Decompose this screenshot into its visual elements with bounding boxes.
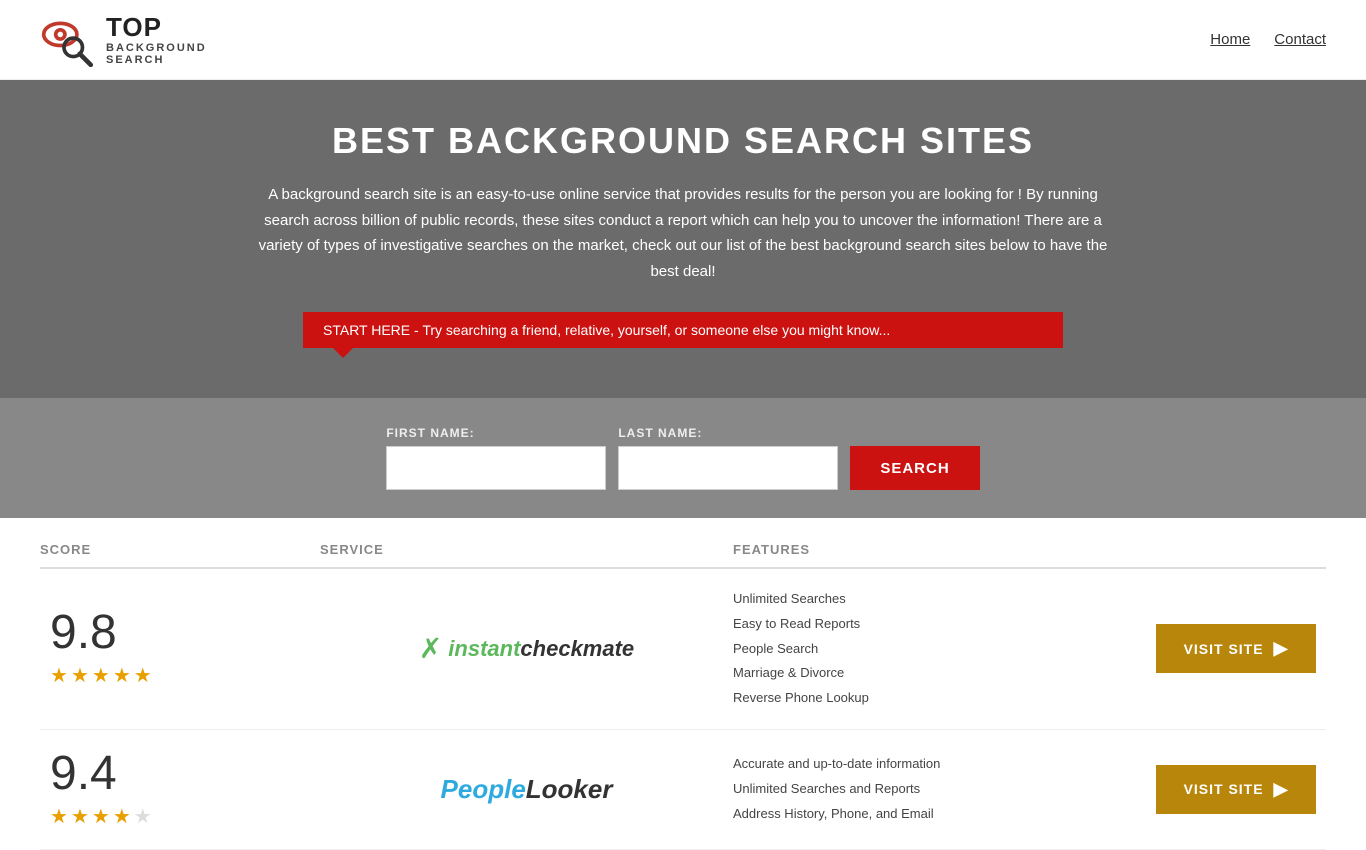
search-section: FIRST NAME: LAST NAME: SEARCH: [0, 398, 1366, 518]
visit-cell-1: VISIT SITE ▶: [1146, 624, 1326, 673]
first-name-label: FIRST NAME:: [386, 426, 606, 440]
last-name-input[interactable]: [618, 446, 838, 490]
nav-contact[interactable]: Contact: [1274, 31, 1326, 48]
feature-2-2: Address History, Phone, and Email: [733, 804, 1146, 825]
table-row: 9.8 ★ ★ ★ ★ ★ ✗ instantcheckmate Unlimit…: [40, 569, 1326, 730]
checkmate-logo: ✗ instantcheckmate: [419, 632, 634, 665]
logo-icon: [40, 12, 100, 67]
first-name-input[interactable]: [386, 446, 606, 490]
feature-2-0: Accurate and up-to-date information: [733, 754, 1146, 775]
arrow-icon-2: ▶: [1274, 779, 1289, 800]
score-cell-2: 9.4 ★ ★ ★ ★ ★: [40, 750, 320, 829]
callout-banner: START HERE - Try searching a friend, rel…: [303, 312, 1063, 348]
col-service: SERVICE: [320, 542, 733, 557]
logo: TOP BACKGROUNDSEARCH: [40, 12, 207, 67]
col-score: SCORE: [40, 542, 320, 557]
hero-description: A background search site is an easy-to-u…: [253, 182, 1113, 284]
arrow-icon-1: ▶: [1274, 638, 1289, 659]
visit-cell-2: VISIT SITE ▶: [1146, 765, 1326, 814]
col-action: [1146, 542, 1326, 557]
first-name-group: FIRST NAME:: [386, 426, 606, 490]
visit-button-1[interactable]: VISIT SITE ▶: [1156, 624, 1316, 673]
feature-1-0: Unlimited Searches: [733, 589, 1146, 610]
feature-1-1: Easy to Read Reports: [733, 614, 1146, 635]
feature-1-4: Reverse Phone Lookup: [733, 688, 1146, 709]
last-name-label: LAST NAME:: [618, 426, 838, 440]
features-cell-2: Accurate and up-to-date information Unli…: [733, 754, 1146, 824]
score-cell-1: 9.8 ★ ★ ★ ★ ★: [40, 609, 320, 688]
feature-1-2: People Search: [733, 639, 1146, 660]
nav-home[interactable]: Home: [1210, 31, 1250, 48]
peoplelooker-logo: PeopleLooker: [441, 774, 613, 805]
service-cell-1: ✗ instantcheckmate: [320, 632, 733, 665]
stars-2: ★ ★ ★ ★ ★: [50, 804, 152, 829]
search-form: FIRST NAME: LAST NAME: SEARCH: [20, 426, 1346, 490]
features-cell-1: Unlimited Searches Easy to Read Reports …: [733, 589, 1146, 709]
logo-top: TOP: [106, 13, 207, 42]
nav: Home Contact: [1210, 31, 1326, 48]
table-header: SCORE SERVICE FEATURES: [40, 528, 1326, 569]
callout-text: START HERE - Try searching a friend, rel…: [323, 322, 890, 338]
checkmate-icon: ✗: [419, 632, 442, 665]
feature-1-3: Marriage & Divorce: [733, 663, 1146, 684]
feature-2-1: Unlimited Searches and Reports: [733, 779, 1146, 800]
table-row: 9.4 ★ ★ ★ ★ ★ PeopleLooker Accurate and …: [40, 730, 1326, 850]
search-button[interactable]: SEARCH: [850, 446, 979, 490]
col-features: FEATURES: [733, 542, 1146, 557]
last-name-group: LAST NAME:: [618, 426, 838, 490]
service-cell-2: PeopleLooker: [320, 774, 733, 805]
hero-section: BEST BACKGROUND SEARCH SITES A backgroun…: [0, 80, 1366, 398]
stars-1: ★ ★ ★ ★ ★: [50, 663, 152, 688]
page-title: BEST BACKGROUND SEARCH SITES: [20, 120, 1346, 162]
visit-button-2[interactable]: VISIT SITE ▶: [1156, 765, 1316, 814]
score-number-2: 9.4: [50, 750, 117, 798]
logo-bottom: BACKGROUNDSEARCH: [106, 42, 207, 66]
header: TOP BACKGROUNDSEARCH Home Contact: [0, 0, 1366, 80]
logo-text: TOP BACKGROUNDSEARCH: [106, 13, 207, 66]
results-section: SCORE SERVICE FEATURES 9.8 ★ ★ ★ ★ ★ ✗ i…: [0, 528, 1366, 850]
score-number-1: 9.8: [50, 609, 117, 657]
